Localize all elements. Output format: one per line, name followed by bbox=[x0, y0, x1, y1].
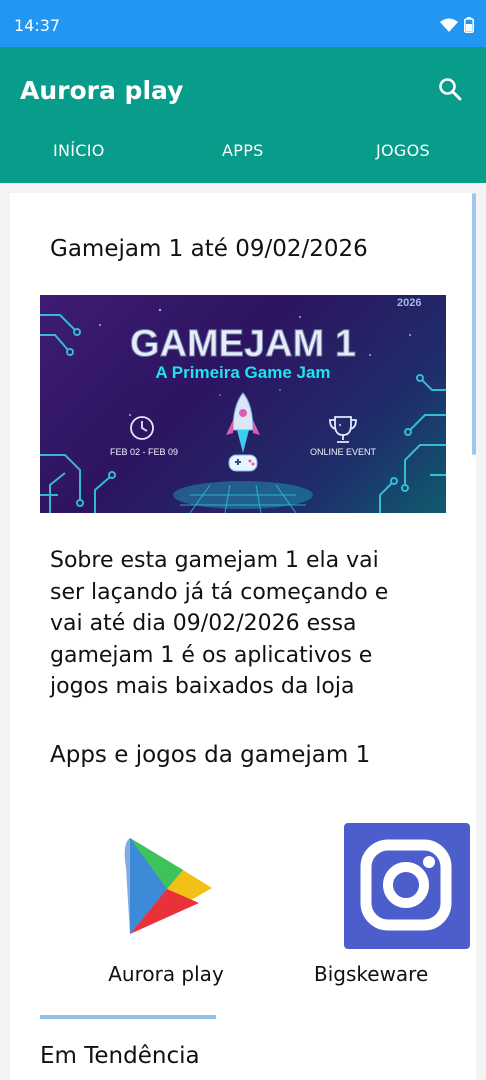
app-card-aurora-play[interactable]: Aurora play bbox=[104, 823, 230, 986]
banner-subtitle: A Primeira Game Jam bbox=[155, 363, 330, 382]
banner-year: 2026 bbox=[397, 297, 421, 309]
rocket-icon bbox=[226, 392, 260, 453]
post-title: Gamejam 1 até 09/02/2026 bbox=[50, 236, 368, 262]
banner-dates: FEB 02 - FEB 09 bbox=[110, 447, 178, 457]
banner-headline: GAMEJAM 1 bbox=[130, 323, 356, 365]
status-time: 14:37 bbox=[14, 16, 61, 35]
post-body: Sobre esta gamejam 1 ela vai ser laçando… bbox=[50, 548, 389, 699]
tab-apps[interactable]: APPS bbox=[222, 141, 264, 160]
tab-inicio[interactable]: INÍCIO bbox=[53, 141, 105, 160]
search-icon bbox=[439, 78, 462, 101]
trophy-icon bbox=[329, 416, 357, 443]
apps-carousel: Aurora play Bigskeware bbox=[10, 823, 476, 1003]
gamejam-banner: 2026 GAMEJAM 1 A Primeira Game Jam FEB 0… bbox=[40, 295, 446, 513]
play-store-icon bbox=[104, 823, 230, 949]
app-bar: Aurora play INÍCIO APPS JOGOS bbox=[0, 47, 486, 183]
apps-section-title: Apps e jogos da gamejam 1 bbox=[50, 742, 371, 768]
app-title: Aurora play bbox=[20, 76, 184, 105]
status-bar: 14:37 bbox=[0, 0, 486, 47]
status-icons bbox=[440, 17, 474, 33]
instagram-style-icon bbox=[344, 823, 470, 949]
tab-jogos[interactable]: JOGOS bbox=[376, 141, 430, 160]
clock-icon bbox=[130, 416, 154, 440]
app-name: Aurora play bbox=[108, 962, 224, 986]
tab-bar: INÍCIO APPS JOGOS bbox=[0, 141, 486, 171]
content-card: Gamejam 1 até 09/02/2026 2026 GAMEJAM 1 … bbox=[10, 193, 476, 1080]
trending-title: Em Tendência bbox=[40, 1043, 200, 1069]
wifi-icon bbox=[440, 18, 458, 32]
scrollbar[interactable] bbox=[472, 193, 476, 455]
section-divider bbox=[40, 1015, 216, 1019]
gamepad-icon bbox=[228, 454, 258, 472]
battery-icon bbox=[464, 17, 474, 33]
search-button[interactable] bbox=[438, 77, 462, 105]
app-name: Bigskeware bbox=[314, 962, 429, 986]
app-card-bigskeware[interactable]: Bigskeware bbox=[314, 823, 470, 986]
banner-event-type: ONLINE EVENT bbox=[310, 447, 377, 457]
